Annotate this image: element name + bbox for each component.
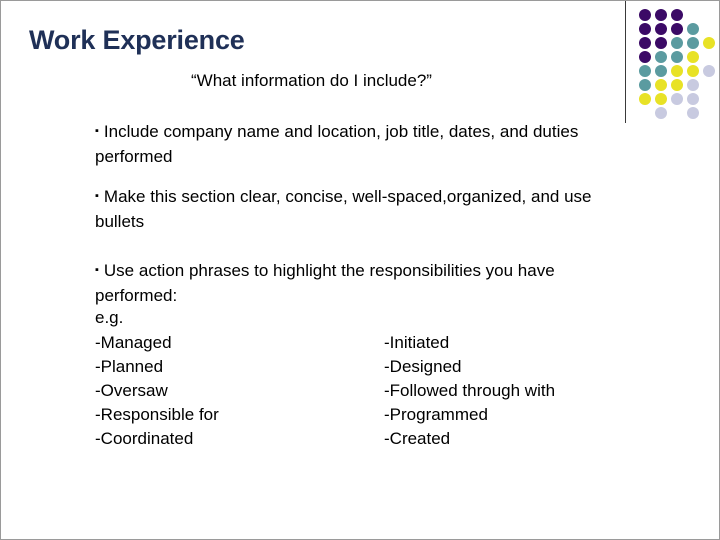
deco-dot — [687, 107, 699, 119]
deco-dot — [639, 37, 651, 49]
deco-dot — [671, 23, 683, 35]
square-bullet-icon: ▪ — [95, 125, 99, 137]
action-verb-item: -Managed — [95, 333, 172, 352]
deco-dot — [639, 23, 651, 35]
presentation-slide: Work Experience “What information do I i… — [0, 0, 720, 540]
square-bullet-icon: ▪ — [95, 264, 99, 276]
deco-dot — [671, 93, 683, 105]
deco-dot — [687, 37, 699, 49]
action-verb-item: -Initiated — [384, 333, 450, 352]
deco-dot — [639, 79, 651, 91]
deco-dot — [655, 107, 667, 119]
deco-dot — [671, 51, 683, 63]
deco-dot — [655, 37, 667, 49]
bullet-item-2: ▪ Make this section clear, concise, well-… — [95, 184, 635, 234]
deco-dot — [639, 93, 651, 105]
deco-dot — [671, 37, 683, 49]
square-bullet-icon: ▪ — [95, 190, 99, 202]
deco-dot — [687, 51, 699, 63]
deco-dot — [655, 93, 667, 105]
action-verb-item: -Responsible for — [95, 405, 219, 424]
bullet-item-1-text: Include company name and location, job t… — [95, 122, 579, 166]
deco-dot — [687, 79, 699, 91]
dot-grid-decoration — [625, 1, 719, 125]
deco-dot — [655, 51, 667, 63]
deco-dot — [639, 9, 651, 21]
bullet-item-3: ▪ Use action phrases to highlight the res… — [95, 258, 615, 308]
action-verb-item: -Designed — [384, 357, 462, 376]
deco-dot — [639, 51, 651, 63]
action-verb-item: -Programmed — [384, 405, 488, 424]
deco-dot — [687, 65, 699, 77]
action-verb-item: -Coordinated — [95, 429, 194, 448]
action-verb-item: -Oversaw — [95, 381, 168, 400]
slide-subtitle-question: “What information do I include?” — [191, 71, 432, 90]
example-label: e.g. — [95, 308, 124, 327]
deco-dot — [703, 65, 715, 77]
deco-dot — [671, 65, 683, 77]
vertical-rule-divider — [625, 1, 626, 123]
action-verb-column-left: -Managed -Planned -Oversaw -Responsible for… — [95, 331, 219, 451]
deco-dot — [671, 79, 683, 91]
action-verb-column-right: -Initiated -Designed -Followed through wit… — [384, 331, 555, 451]
deco-dot — [655, 79, 667, 91]
action-verb-item: -Planned — [95, 357, 164, 376]
action-verb-item: -Created — [384, 429, 451, 448]
action-verb-item: -Followed through with — [384, 381, 556, 400]
bullet-item-1: ▪ Include company name and location, job … — [95, 119, 605, 169]
deco-dot — [687, 93, 699, 105]
page-title: Work Experience — [29, 25, 245, 55]
deco-dot — [655, 9, 667, 21]
deco-dot — [655, 65, 667, 77]
deco-dot — [671, 9, 683, 21]
bullet-item-3-text: Use action phrases to highlight the resp… — [95, 261, 555, 305]
bullet-item-2-text: Make this section clear, concise, well-s… — [95, 187, 592, 231]
deco-dot — [655, 23, 667, 35]
deco-dot — [703, 37, 715, 49]
deco-dot — [639, 65, 651, 77]
deco-dot — [687, 23, 699, 35]
